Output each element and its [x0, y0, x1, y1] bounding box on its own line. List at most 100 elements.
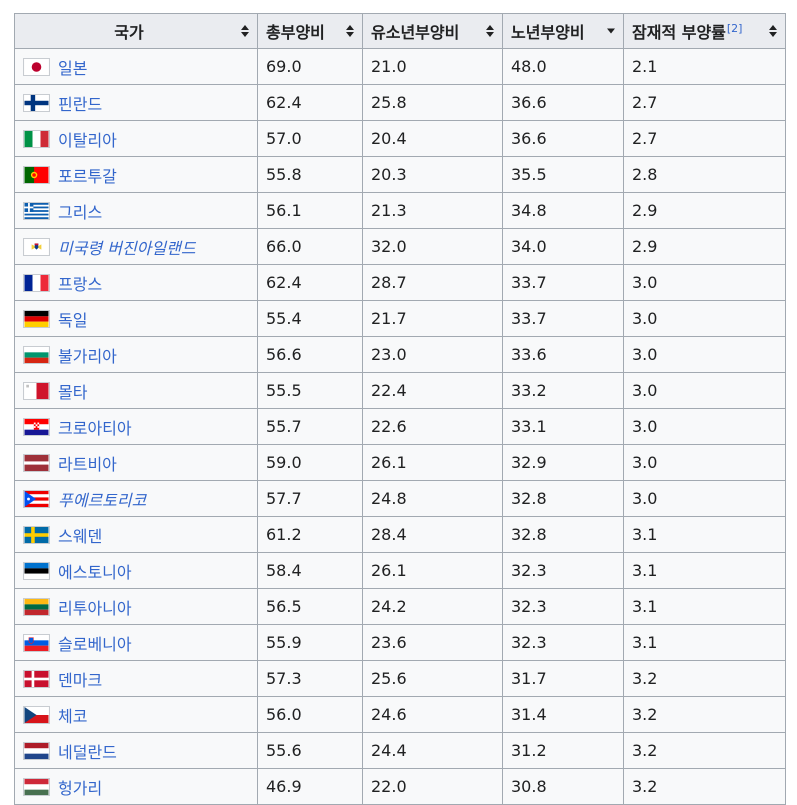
country-cell-content: 덴마크 — [23, 667, 257, 691]
table-row: 일본 69.0 21.0 48.0 2.1 — [14, 48, 786, 85]
country-link[interactable]: 몰타 — [58, 379, 87, 403]
cell-youth: 24.8 — [362, 480, 503, 517]
sort-icon[interactable] — [769, 25, 777, 37]
cell-country: 핀란드 — [14, 84, 258, 121]
country-link[interactable]: 미국령 버진아일랜드 — [58, 235, 196, 259]
cell-potential: 2.9 — [623, 192, 786, 229]
cell-potential: 3.0 — [623, 444, 786, 481]
column-header-potential[interactable]: 잠재적 부양률[2] — [623, 13, 786, 49]
flag-germany-icon — [23, 309, 50, 328]
country-link[interactable]: 푸에르토리코 — [58, 487, 146, 511]
flag-us-virgin-islands-icon — [23, 237, 50, 256]
country-link[interactable]: 포르투갈 — [58, 163, 117, 187]
column-header-label: 잠재적 부양률 — [632, 23, 726, 42]
cell-elderly: 33.2 — [502, 372, 624, 409]
cell-elderly: 36.6 — [502, 120, 624, 157]
cell-country: 프랑스 — [14, 264, 258, 301]
cell-total: 59.0 — [257, 444, 363, 481]
flag-hungary-icon — [23, 777, 50, 796]
cell-country: 스웨덴 — [14, 516, 258, 553]
cell-potential: 3.2 — [623, 732, 786, 769]
cell-country: 불가리아 — [14, 336, 258, 373]
country-link[interactable]: 에스토니아 — [58, 559, 132, 583]
cell-country: 체코 — [14, 696, 258, 733]
table-row: 크로아티아 55.7 22.6 33.1 3.0 — [14, 408, 786, 445]
country-link[interactable]: 네덜란드 — [58, 739, 117, 763]
cell-youth: 21.0 — [362, 48, 503, 85]
country-link[interactable]: 리투아니아 — [58, 595, 132, 619]
country-link[interactable]: 슬로베니아 — [58, 631, 132, 655]
country-cell-content: 이탈리아 — [23, 127, 257, 151]
cell-elderly: 32.8 — [502, 516, 624, 553]
country-cell-content: 몰타 — [23, 379, 257, 403]
cell-potential: 3.1 — [623, 588, 786, 625]
cell-youth: 22.6 — [362, 408, 503, 445]
cell-total: 62.4 — [257, 264, 363, 301]
column-header-label: 총부양비 — [266, 23, 325, 42]
country-link[interactable]: 일본 — [58, 55, 87, 79]
sort-icon[interactable] — [241, 25, 249, 37]
cell-total: 55.9 — [257, 624, 363, 661]
cell-youth: 24.4 — [362, 732, 503, 769]
column-header-elderly[interactable]: 노년부양비 — [502, 13, 624, 49]
flag-slovenia-icon — [23, 633, 50, 652]
table-row: 그리스 56.1 21.3 34.8 2.9 — [14, 192, 786, 229]
country-cell-content: 핀란드 — [23, 91, 257, 115]
reference-link[interactable]: [2] — [727, 22, 743, 35]
country-cell-content: 슬로베니아 — [23, 631, 257, 655]
country-link[interactable]: 라트비아 — [58, 451, 117, 475]
cell-country: 일본 — [14, 48, 258, 85]
table-row: 미국령 버진아일랜드 66.0 32.0 34.0 2.9 — [14, 228, 786, 265]
cell-total: 55.6 — [257, 732, 363, 769]
sort-icon[interactable] — [486, 25, 494, 37]
table-row: 라트비아 59.0 26.1 32.9 3.0 — [14, 444, 786, 481]
cell-elderly: 35.5 — [502, 156, 624, 193]
cell-elderly: 48.0 — [502, 48, 624, 85]
column-header-total[interactable]: 총부양비 — [257, 13, 363, 49]
cell-total: 56.6 — [257, 336, 363, 373]
column-header-youth[interactable]: 유소년부양비 — [362, 13, 503, 49]
country-cell-content: 체코 — [23, 703, 257, 727]
country-link[interactable]: 체코 — [58, 703, 87, 727]
cell-total: 69.0 — [257, 48, 363, 85]
table-row: 스웨덴 61.2 28.4 32.8 3.1 — [14, 516, 786, 553]
country-link[interactable]: 크로아티아 — [58, 415, 132, 439]
country-cell-content: 포르투갈 — [23, 163, 257, 187]
country-link[interactable]: 덴마크 — [58, 667, 102, 691]
cell-youth: 20.3 — [362, 156, 503, 193]
cell-total: 55.8 — [257, 156, 363, 193]
cell-elderly: 32.9 — [502, 444, 624, 481]
cell-total: 55.4 — [257, 300, 363, 337]
cell-total: 61.2 — [257, 516, 363, 553]
cell-potential: 3.0 — [623, 264, 786, 301]
country-link[interactable]: 프랑스 — [58, 271, 102, 295]
cell-elderly: 32.3 — [502, 588, 624, 625]
cell-elderly: 32.3 — [502, 624, 624, 661]
cell-youth: 25.6 — [362, 660, 503, 697]
cell-elderly: 31.2 — [502, 732, 624, 769]
sort-icon[interactable] — [346, 25, 354, 37]
country-link[interactable]: 핀란드 — [58, 91, 102, 115]
cell-youth: 22.4 — [362, 372, 503, 409]
flag-netherlands-icon — [23, 741, 50, 760]
country-link[interactable]: 헝가리 — [58, 775, 102, 799]
cell-country: 라트비아 — [14, 444, 258, 481]
country-link[interactable]: 독일 — [58, 307, 87, 331]
cell-total: 57.0 — [257, 120, 363, 157]
cell-country: 푸에르토리코 — [14, 480, 258, 517]
sort-descending-icon[interactable] — [607, 28, 615, 34]
country-link[interactable]: 스웨덴 — [58, 523, 102, 547]
cell-total: 55.5 — [257, 372, 363, 409]
cell-country: 미국령 버진아일랜드 — [14, 228, 258, 265]
country-cell-content: 미국령 버진아일랜드 — [23, 235, 257, 259]
column-header-country[interactable]: 국가 — [14, 13, 258, 49]
cell-elderly: 34.0 — [502, 228, 624, 265]
flag-sweden-icon — [23, 525, 50, 544]
cell-country: 그리스 — [14, 192, 258, 229]
country-link[interactable]: 그리스 — [58, 199, 102, 223]
table-row: 프랑스 62.4 28.7 33.7 3.0 — [14, 264, 786, 301]
country-link[interactable]: 이탈리아 — [58, 127, 117, 151]
cell-country: 네덜란드 — [14, 732, 258, 769]
country-link[interactable]: 불가리아 — [58, 343, 117, 367]
cell-elderly: 31.7 — [502, 660, 624, 697]
